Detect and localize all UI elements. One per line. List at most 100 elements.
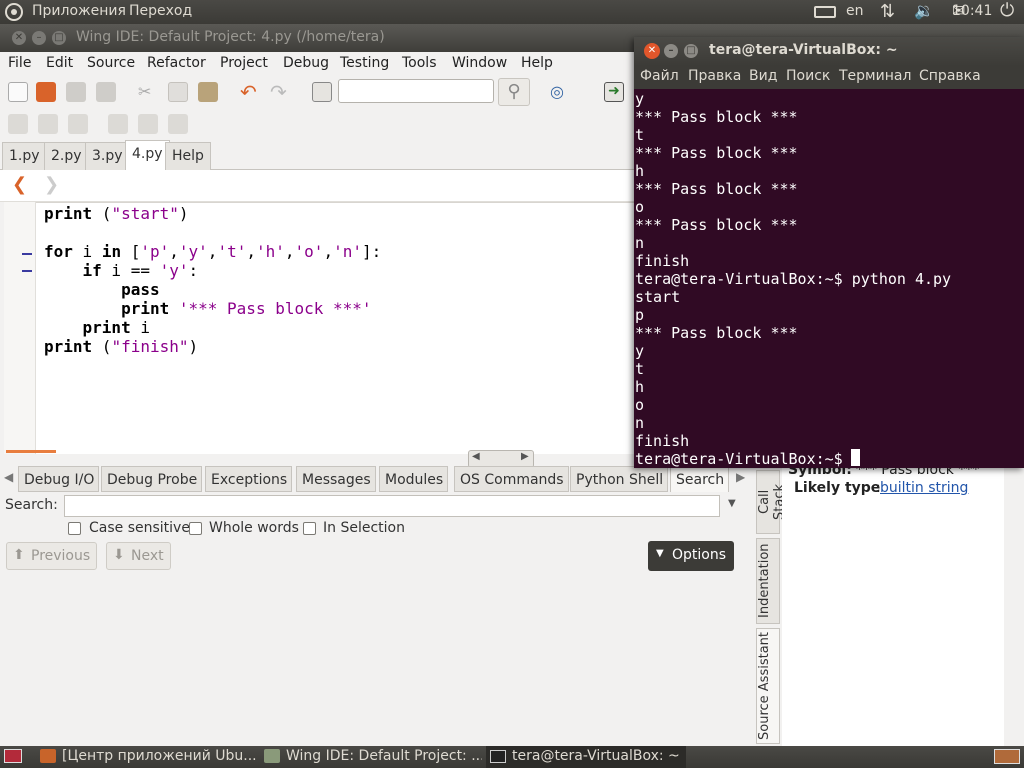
menu-debug[interactable]: Debug	[283, 55, 329, 71]
move-down-icon[interactable]	[168, 114, 188, 134]
tab-debug-io[interactable]: Debug I/O	[18, 466, 100, 492]
in-selection-checkbox[interactable]	[303, 522, 316, 535]
tab-3py[interactable]: 3.py	[85, 142, 130, 170]
terminal-titlebar: ✕ – □ tera@tera-VirtualBox: ~	[634, 37, 1024, 66]
terminal-maximize-icon[interactable]: □	[684, 44, 698, 58]
tab-modules[interactable]: Modules	[379, 466, 449, 492]
menu-edit[interactable]: Edit	[46, 55, 73, 71]
search-input[interactable]	[64, 495, 720, 517]
tab-os-commands[interactable]: OS Commands	[454, 466, 569, 492]
tab-call-stack[interactable]: Call Stack	[756, 470, 787, 534]
volume-icon[interactable]: 🔉	[914, 1, 934, 20]
scroll-right-icon[interactable]: ▶	[521, 451, 529, 462]
cut-icon[interactable]: ✂	[138, 82, 158, 102]
outdent-icon[interactable]	[38, 114, 58, 134]
toolbar-search-input[interactable]	[338, 79, 494, 103]
applications-menu[interactable]: Приложения	[32, 3, 126, 19]
copy-icon[interactable]	[168, 82, 188, 102]
tabs-scroll-right-icon[interactable]: ▶	[736, 470, 745, 484]
power-icon[interactable]: ⏻	[1000, 0, 1014, 21]
indent-to-match-icon[interactable]	[68, 114, 88, 134]
code-line-8: print ("finish")	[44, 337, 199, 356]
maximize-icon[interactable]: □	[52, 31, 66, 45]
terminal-menu-file[interactable]: Файл	[640, 68, 679, 84]
scroll-left-icon[interactable]: ◀	[472, 451, 480, 462]
terminal-line: o	[635, 396, 645, 414]
back-icon[interactable]: ❮	[12, 174, 27, 195]
terminal-menu-help[interactable]: Справка	[919, 68, 981, 84]
keyboard-icon[interactable]	[814, 6, 836, 18]
workspace-switcher-icon[interactable]	[994, 749, 1020, 764]
search-history-dropdown-icon[interactable]: ▼	[728, 498, 736, 509]
goto-icon[interactable]	[312, 82, 332, 102]
likely-type-link[interactable]: builtin string	[880, 480, 968, 496]
tab-help[interactable]: Help	[165, 142, 211, 170]
close-icon[interactable]: ✕	[12, 31, 26, 45]
terminal-menu-view[interactable]: Вид	[749, 68, 777, 84]
menu-source[interactable]: Source	[87, 55, 135, 71]
network-icon[interactable]: ⇅	[880, 1, 895, 22]
tab-1py[interactable]: 1.py	[2, 142, 47, 170]
case-sensitive-checkbox[interactable]	[68, 522, 81, 535]
options-button[interactable]: ▼ Options	[648, 541, 734, 571]
fold-marker-icon[interactable]	[22, 270, 32, 272]
menu-refactor[interactable]: Refactor	[147, 55, 206, 71]
tab-debug-probe[interactable]: Debug Probe	[101, 466, 203, 492]
open-file-icon[interactable]	[36, 82, 56, 102]
terminal-minimize-icon[interactable]: –	[664, 44, 678, 58]
terminal-close-icon[interactable]: ✕	[644, 43, 660, 59]
code-line-1: print ("start")	[44, 204, 189, 223]
minimize-icon[interactable]: –	[32, 31, 46, 45]
menu-help[interactable]: Help	[521, 55, 553, 71]
fold-marker-icon[interactable]	[22, 253, 32, 255]
indent-icon[interactable]	[8, 114, 28, 134]
menu-file[interactable]: File	[8, 55, 31, 71]
next-button[interactable]: ⬇ Next	[106, 542, 171, 570]
undo-icon[interactable]: ↶	[240, 80, 260, 104]
search-options-icon[interactable]: ◎	[550, 82, 570, 102]
ubuntu-logo-icon[interactable]	[5, 3, 23, 21]
menu-tools[interactable]: Tools	[402, 55, 437, 71]
fold-icon[interactable]	[138, 114, 158, 134]
in-selection-label: In Selection	[323, 520, 405, 536]
tab-python-shell[interactable]: Python Shell	[570, 466, 669, 492]
clock[interactable]: 10:41	[952, 3, 992, 19]
taskbar-item-terminal[interactable]: tera@tera-VirtualBox: ~	[486, 746, 686, 768]
terminal-menu-edit[interactable]: Правка	[688, 68, 741, 84]
new-file-icon[interactable]	[8, 82, 28, 102]
terminal-line: o	[635, 198, 645, 216]
terminal-line: n	[635, 414, 645, 432]
move-up-icon[interactable]	[108, 114, 128, 134]
terminal-line: h	[635, 378, 645, 396]
terminal-menu-terminal[interactable]: Терминал	[839, 68, 911, 84]
tab-4py[interactable]: 4.py	[125, 140, 170, 171]
tab-messages[interactable]: Messages	[296, 466, 376, 492]
tab-indentation[interactable]: Indentation	[756, 538, 780, 624]
redo-icon[interactable]: ↷	[270, 80, 290, 104]
search-icon[interactable]: ⚲	[498, 78, 530, 106]
likely-type-label: Likely type	[794, 480, 881, 496]
terminal-menu-search[interactable]: Поиск	[786, 68, 830, 84]
forward-icon[interactable]: ❯	[44, 174, 59, 195]
taskbar-item-software-center[interactable]: [Центр приложений Ubu...	[36, 746, 256, 768]
menu-window[interactable]: Window	[452, 55, 507, 71]
whole-words-checkbox[interactable]	[189, 522, 202, 535]
terminal-output[interactable]: y *** Pass block *** t *** Pass block **…	[635, 90, 1023, 468]
save-all-icon[interactable]	[96, 82, 116, 102]
paste-icon[interactable]	[198, 82, 218, 102]
places-menu[interactable]: Переход	[129, 3, 192, 19]
tab-2py[interactable]: 2.py	[44, 142, 89, 170]
menu-project[interactable]: Project	[220, 55, 268, 71]
taskbar-item-wing[interactable]: Wing IDE: Default Project: ...	[260, 746, 482, 768]
tabs-scroll-left-icon[interactable]: ◀	[4, 470, 13, 484]
run-icon[interactable]: ➜	[604, 82, 624, 102]
previous-button[interactable]: ⬆ Previous	[6, 542, 98, 570]
save-icon[interactable]	[66, 82, 86, 102]
menu-testing[interactable]: Testing	[340, 55, 389, 71]
terminal-line: p	[635, 306, 645, 324]
tab-source-assistant[interactable]: Source Assistant	[756, 628, 780, 744]
keyboard-layout[interactable]: en	[846, 3, 864, 19]
tab-search[interactable]: Search	[670, 466, 730, 492]
tab-exceptions[interactable]: Exceptions	[205, 466, 293, 492]
show-desktop-icon[interactable]	[4, 749, 22, 763]
